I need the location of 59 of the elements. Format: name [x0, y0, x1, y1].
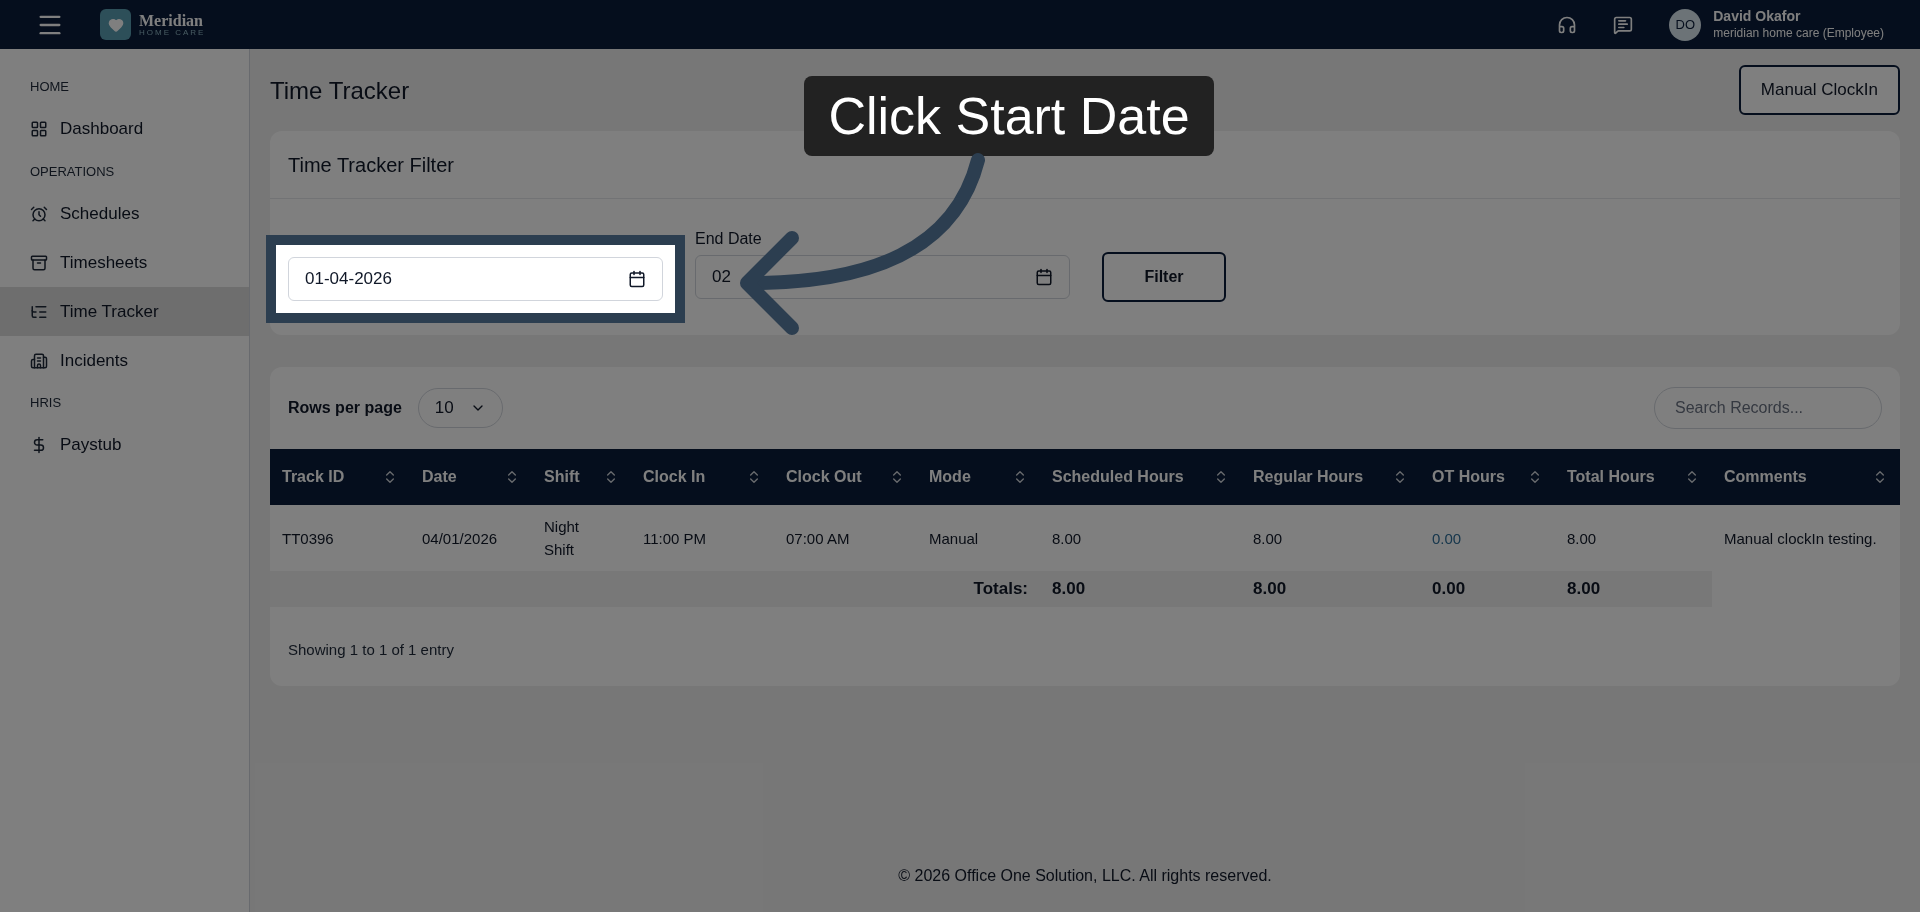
sidebar-item[interactable]: Dashboard — [0, 104, 249, 154]
table-cell-text: 07:00 AM — [785, 528, 851, 549]
table-cell-text: 8.00 — [1566, 528, 1598, 549]
calendar-icon — [628, 270, 646, 288]
column-header[interactable]: Shift — [532, 465, 631, 489]
column-header[interactable]: Total Hours — [1555, 465, 1712, 489]
table-cell-text: 8.00 — [1051, 528, 1083, 549]
sidebar-item[interactable]: Paystub — [0, 420, 249, 470]
table-cell-text: 11:00 PM — [642, 528, 708, 549]
column-header[interactable]: Clock In — [631, 465, 774, 489]
user-avatar[interactable]: DO — [1669, 8, 1702, 41]
table-cell-text: Manual clockIn testing. — [1723, 528, 1878, 549]
manual-clockin-button[interactable]: Manual ClockIn — [1738, 65, 1900, 115]
filter-button[interactable]: Filter — [1102, 252, 1226, 302]
building-icon — [30, 351, 48, 370]
sidebar-item[interactable]: Time Tracker — [0, 287, 249, 336]
total-value: 8.00 — [1252, 578, 1288, 601]
rows-per-page-label: Rows per page — [288, 398, 402, 418]
headset-icon[interactable] — [1557, 14, 1578, 35]
sidebar-section-title: HRIS — [29, 394, 63, 412]
total-value: 0.00 — [1431, 578, 1467, 601]
table-link[interactable]: 0.00 — [1420, 526, 1555, 550]
sidebar-item[interactable]: Schedules — [0, 189, 249, 238]
start-date-field[interactable]: 01-04-2026 — [288, 257, 663, 301]
total-value: 8.00 — [1566, 578, 1602, 601]
totals-label: Totals: — [972, 578, 1029, 601]
table-cell-text: 8.00 — [1252, 528, 1284, 549]
total-value: 8.00 — [1051, 578, 1087, 601]
column-header[interactable]: Comments — [1712, 465, 1900, 489]
archive-box-icon — [30, 253, 48, 272]
table-cell-text: Manual — [928, 528, 980, 549]
column-header[interactable]: Mode — [917, 465, 1040, 489]
column-header[interactable]: Date — [410, 465, 532, 489]
logo-icon — [100, 9, 131, 40]
footer-text: © 2026 Office One Solution, LLC. All rights reserved. — [898, 866, 1272, 886]
brand-name: Meridian — [139, 12, 204, 29]
user-name: David Okafor — [1713, 8, 1802, 26]
sidebar-section-title: HOME — [29, 78, 70, 96]
sidebar-section-title: OPERATIONS — [29, 162, 116, 181]
column-header[interactable]: Track ID — [270, 465, 410, 489]
column-header[interactable]: OT Hours — [1420, 465, 1555, 489]
end-date-label: End Date — [695, 229, 763, 249]
grid-icon — [30, 120, 48, 138]
sidebar-item[interactable]: Incidents — [0, 336, 249, 385]
sidebar-item[interactable]: Timesheets — [0, 238, 249, 287]
search-field[interactable]: Search Records... — [1654, 387, 1882, 429]
calendar-icon — [1035, 268, 1053, 286]
page-title: Time Tracker — [270, 76, 410, 106]
table-cell-text: Night Shift — [543, 517, 581, 560]
column-header[interactable]: Clock Out — [774, 465, 917, 489]
entries-info: Showing 1 to 1 of 1 entry — [287, 640, 455, 660]
column-header[interactable]: Scheduled Hours — [1040, 465, 1241, 489]
column-header[interactable]: Regular Hours — [1241, 465, 1420, 489]
table-cell-text: TT0396 — [281, 528, 335, 549]
brand-subtitle: HOME CARE — [139, 28, 206, 37]
table-cell-text: 04/01/2026 — [421, 528, 499, 549]
message-icon[interactable] — [1613, 14, 1634, 35]
alarm-clock-icon — [30, 204, 48, 223]
user-role: meridian home care (Employee) — [1713, 25, 1884, 41]
